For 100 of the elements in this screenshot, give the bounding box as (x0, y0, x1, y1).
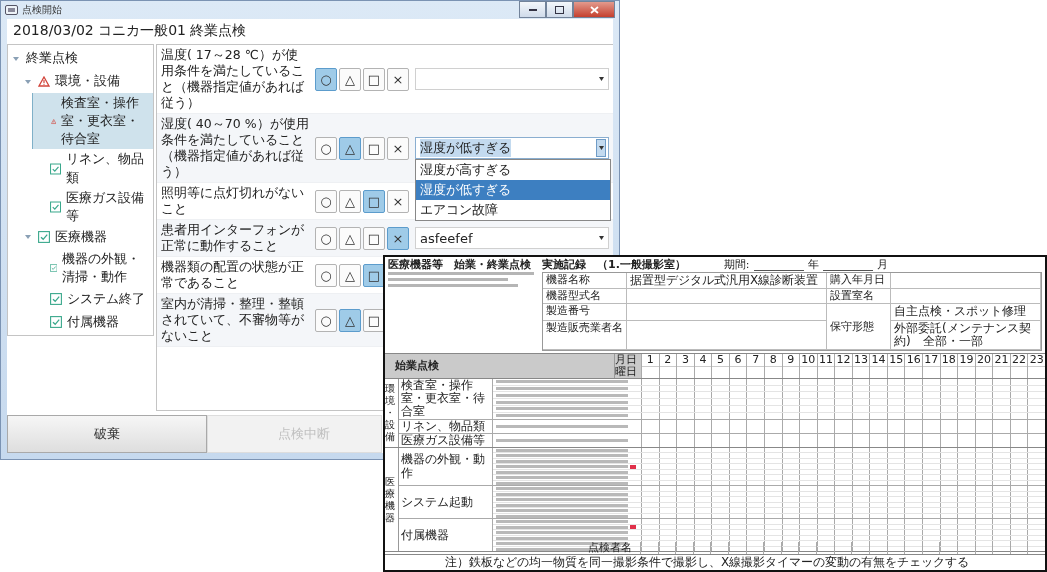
weekday-label: 曜日 (615, 365, 638, 378)
rating-button[interactable]: ○ (315, 67, 337, 91)
rating-button[interactable]: △ (339, 308, 361, 332)
action-button[interactable]: 破棄 (7, 415, 207, 453)
day-number: 7 (747, 353, 764, 367)
group-label: システム起動 (401, 495, 473, 509)
day-number: 6 (729, 353, 747, 367)
day-number: 23 (1028, 353, 1045, 367)
rating-button[interactable]: × (387, 67, 409, 91)
rating-button[interactable]: △ (339, 67, 361, 91)
field-label: 保守形態 (827, 304, 891, 350)
rating-button[interactable]: □ (363, 189, 385, 213)
day-number: 17 (923, 353, 940, 367)
expand-arrow-icon[interactable] (11, 54, 21, 63)
rating-button[interactable]: △ (339, 136, 361, 160)
check-item-text: 温度( 17～28 ℃）が使用条件を満たしていること（機器指定値があれば従う） (161, 47, 305, 111)
rating-button[interactable]: ○ (315, 136, 337, 160)
rating-button[interactable]: □ (363, 136, 385, 160)
check-item-text: 機器類の配置の状態が正常であること (161, 259, 305, 291)
day-number: 4 (694, 353, 712, 367)
rating-button[interactable]: × (387, 136, 409, 160)
group-label: 付属機器 (401, 528, 449, 542)
minimize-button[interactable] (519, 1, 546, 18)
day-number: 12 (835, 353, 852, 367)
inspector-label: 点検者名 (588, 540, 632, 554)
rating-button[interactable]: △ (339, 189, 361, 213)
day-number: 8 (764, 353, 782, 367)
tree-item[interactable]: 医療機器 (20, 225, 153, 249)
day-number: 18 (940, 353, 958, 367)
group-label: リネン、物品類 (401, 419, 485, 433)
tree-item[interactable]: 機器の外観・清掃・動作 (32, 248, 153, 288)
rating-button[interactable]: ○ (315, 308, 337, 332)
field-value: 据置型デジタル式汎用X線診断装置 (627, 273, 827, 290)
check-item-text: 照明等に点灯切れがないこと (161, 185, 305, 217)
rating-button[interactable]: △ (339, 226, 361, 250)
day-number: 16 (905, 353, 922, 367)
app-icon (5, 4, 18, 16)
window-title: 点検開始 (22, 3, 62, 17)
tree-item[interactable]: リネン、物品類 (32, 149, 153, 188)
field-label: 機器名称 (543, 273, 627, 290)
field-label: 製造番号 (543, 304, 627, 321)
rating-button[interactable]: × (387, 189, 409, 213)
field-value: 自主点検・スポット修理 (891, 304, 1041, 321)
day-number: 10 (800, 353, 817, 367)
day-number: 19 (958, 353, 975, 367)
day-number: 22 (1010, 353, 1028, 367)
caret-icon[interactable] (596, 139, 606, 157)
section-heading: 始業点検 (385, 353, 614, 378)
field-label: 設置室名 (827, 289, 891, 305)
year-label: 年 (807, 259, 819, 272)
check-item-text: 患者用インターフォンが正常に動作すること (161, 222, 305, 254)
rating-button[interactable]: □ (363, 263, 385, 287)
dropdown-option[interactable]: 湿度が低すぎる (416, 180, 610, 200)
day-number: 15 (887, 353, 905, 367)
day-number: 3 (677, 353, 694, 367)
tree-item[interactable]: 終業点検 (8, 47, 153, 70)
rating-button[interactable]: □ (363, 67, 385, 91)
footnote: 注）鉄板などの均一物質を同一撮影条件で撮影し、X線撮影タイマーの変動の有無をチェックする (444, 554, 971, 570)
field-value: 外部委託(メンテナンス契約) 全部・一部 (891, 320, 1041, 350)
group-label: 検査室・操作室・更衣室・待合室 (401, 378, 486, 419)
expand-arrow-icon[interactable] (23, 77, 33, 86)
rating-button[interactable]: □ (363, 226, 385, 250)
rating-button[interactable]: △ (339, 263, 361, 287)
check-item-text: 室内が清掃・整理・整頓されていて、不審物等がないこと (161, 296, 305, 344)
field-label: 機器型式名 (543, 289, 627, 305)
day-number: 5 (712, 353, 729, 367)
tree-item[interactable]: 医療ガス設備等 (32, 187, 153, 226)
rating-button[interactable]: □ (363, 308, 385, 332)
check-item-text: 湿度( 40～70 %）が使用条件を満たしていること（機器指定値があれば従う） (161, 116, 309, 180)
tree-item[interactable]: システム終了 (32, 287, 153, 311)
field-label: 購入年月日 (827, 273, 891, 290)
dropdown-option[interactable]: 湿度が高すぎる (416, 160, 610, 180)
date-label: 月日 (615, 353, 638, 366)
rating-button[interactable]: ○ (315, 189, 337, 213)
rating-button[interactable]: ○ (315, 226, 337, 250)
maximize-icon (555, 5, 564, 14)
maximize-button[interactable] (546, 1, 573, 18)
remark-dropdown[interactable]: asfeefef (415, 227, 609, 249)
form-title: 医療機器等 始業・終業点検 実施記録 （1.一般撮影室） (388, 259, 686, 272)
category-label: 環境・設備 (385, 382, 395, 443)
day-number: 2 (659, 353, 677, 367)
tree-item[interactable]: 付属機器 (32, 310, 153, 334)
tree-item[interactable]: 環境・設備 (20, 70, 153, 93)
group-label: 医療ガス設備等 (401, 433, 485, 447)
day-number: 20 (975, 353, 993, 367)
rating-button[interactable]: ○ (315, 263, 337, 287)
rating-button[interactable]: × (387, 226, 409, 250)
tree-item[interactable]: 検査室・操作室・更衣室・待合室 (32, 93, 153, 150)
group-label: 機器の外観・動作 (401, 453, 486, 480)
inspection-header: 2018/03/02 コニカ一般01 終業点検 (12, 21, 248, 40)
field-label: 製造販売業者名 (543, 320, 627, 350)
day-number: 21 (993, 353, 1010, 367)
category-label: 医療機器 (385, 475, 395, 524)
close-button[interactable] (573, 1, 615, 18)
day-number: 11 (817, 353, 835, 367)
day-number: 14 (870, 353, 887, 367)
minimize-icon (528, 8, 537, 11)
dropdown-option[interactable]: エアコン故障 (416, 200, 610, 220)
day-number: 1 (642, 353, 659, 367)
close-icon (589, 5, 599, 14)
